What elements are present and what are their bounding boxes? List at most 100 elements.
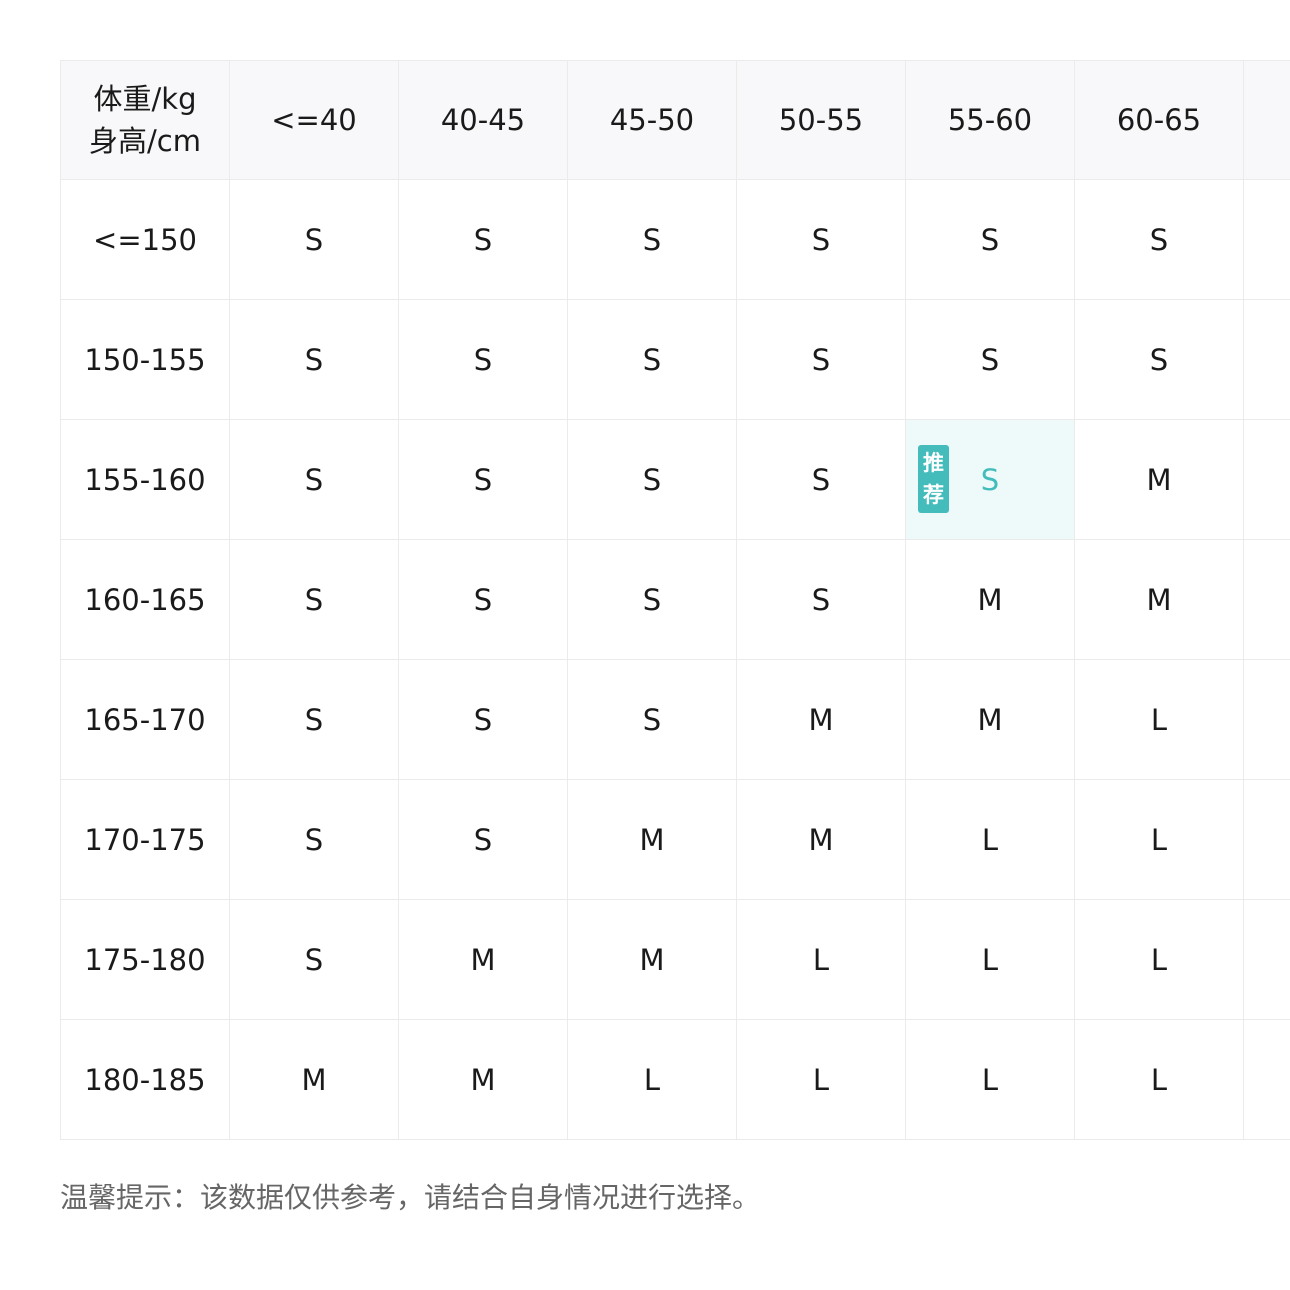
table-row: 165-170 S S S M M L: [61, 660, 1290, 780]
size-cell[interactable]: M: [399, 900, 568, 1020]
size-chart-table: 体重/kg 身高/cm <=40 40-45 45-50 50-55 55-60…: [60, 60, 1290, 1140]
size-value: S: [304, 942, 324, 977]
size-value: M: [1146, 582, 1172, 617]
size-chart-viewport[interactable]: 体重/kg 身高/cm <=40 40-45 45-50 50-55 55-60…: [60, 60, 1290, 1141]
height-row-label: 180-185: [61, 1020, 230, 1140]
size-cell[interactable]: S: [399, 420, 568, 540]
size-cell[interactable]: M: [906, 540, 1075, 660]
size-cell[interactable]: [1244, 660, 1290, 780]
size-value: M: [808, 702, 834, 737]
size-cell[interactable]: M: [230, 1020, 399, 1140]
size-cell[interactable]: L: [906, 780, 1075, 900]
size-cell[interactable]: S: [906, 180, 1075, 300]
size-value: M: [301, 1062, 327, 1097]
size-value: S: [473, 462, 493, 497]
size-cell[interactable]: S: [399, 300, 568, 420]
size-cell[interactable]: M: [399, 1020, 568, 1140]
size-cell[interactable]: [1244, 540, 1290, 660]
size-cell[interactable]: S: [230, 900, 399, 1020]
size-cell[interactable]: S: [568, 180, 737, 300]
table-row: 155-160 S S S S 推荐 S M: [61, 420, 1290, 540]
size-cell[interactable]: S: [568, 540, 737, 660]
size-value: S: [304, 342, 324, 377]
size-cell-recommended[interactable]: 推荐 S: [906, 420, 1075, 540]
size-value: S: [642, 702, 662, 737]
size-value: S: [811, 582, 831, 617]
size-cell[interactable]: S: [568, 420, 737, 540]
size-cell[interactable]: S: [906, 300, 1075, 420]
size-cell[interactable]: M: [568, 780, 737, 900]
size-value: S: [642, 582, 662, 617]
header-row: 体重/kg 身高/cm <=40 40-45 45-50 50-55 55-60…: [61, 61, 1290, 180]
size-cell[interactable]: L: [906, 1020, 1075, 1140]
height-row-label: 155-160: [61, 420, 230, 540]
size-cell[interactable]: S: [230, 180, 399, 300]
size-value: S: [304, 222, 324, 257]
size-cell[interactable]: S: [399, 180, 568, 300]
size-cell[interactable]: [1244, 780, 1290, 900]
size-cell[interactable]: M: [737, 660, 906, 780]
size-value: S: [980, 222, 1000, 257]
size-cell[interactable]: S: [230, 420, 399, 540]
size-value: S: [473, 222, 493, 257]
size-cell[interactable]: L: [1075, 780, 1244, 900]
recommended-badge-char: 推: [923, 451, 944, 475]
size-cell[interactable]: L: [1075, 1020, 1244, 1140]
size-cell[interactable]: L: [1075, 900, 1244, 1020]
size-value: S: [811, 462, 831, 497]
size-value: M: [1146, 462, 1172, 497]
size-value: M: [808, 822, 834, 857]
size-cell[interactable]: M: [1075, 540, 1244, 660]
size-cell[interactable]: S: [230, 660, 399, 780]
size-value: M: [977, 702, 1003, 737]
size-cell[interactable]: S: [568, 300, 737, 420]
size-cell[interactable]: S: [399, 660, 568, 780]
size-cell[interactable]: S: [737, 300, 906, 420]
size-value: S: [473, 582, 493, 617]
size-cell[interactable]: M: [906, 660, 1075, 780]
size-cell[interactable]: M: [1075, 420, 1244, 540]
size-cell[interactable]: S: [399, 780, 568, 900]
size-cell[interactable]: S: [737, 420, 906, 540]
size-value: S: [473, 702, 493, 737]
table-row: 150-155 S S S S S S: [61, 300, 1290, 420]
size-cell[interactable]: L: [568, 1020, 737, 1140]
weight-header-cell: 55-60: [906, 61, 1075, 180]
size-cell[interactable]: M: [737, 780, 906, 900]
size-cell[interactable]: S: [737, 540, 906, 660]
weight-header-cell: 50-55: [737, 61, 906, 180]
size-cell[interactable]: L: [737, 1020, 906, 1140]
size-value: M: [470, 942, 496, 977]
size-cell[interactable]: S: [230, 780, 399, 900]
size-value: S: [1149, 342, 1169, 377]
size-cell[interactable]: L: [737, 900, 906, 1020]
size-value: L: [981, 942, 999, 977]
table-row: 175-180 S M M L L L: [61, 900, 1290, 1020]
size-cell[interactable]: S: [399, 540, 568, 660]
size-cell[interactable]: S: [230, 540, 399, 660]
size-cell[interactable]: L: [906, 900, 1075, 1020]
corner-header-cell: 体重/kg 身高/cm: [61, 61, 230, 180]
size-cell[interactable]: S: [230, 300, 399, 420]
size-value: L: [981, 822, 999, 857]
size-cell[interactable]: S: [568, 660, 737, 780]
size-value: L: [1150, 822, 1168, 857]
table-row: 160-165 S S S S M M: [61, 540, 1290, 660]
table-row: 170-175 S S M M L L: [61, 780, 1290, 900]
size-cell[interactable]: [1244, 900, 1290, 1020]
size-cell[interactable]: M: [568, 900, 737, 1020]
size-cell[interactable]: L: [1075, 660, 1244, 780]
size-cell[interactable]: [1244, 1020, 1290, 1140]
size-cell[interactable]: [1244, 300, 1290, 420]
height-axis-label: 身高/cm: [89, 124, 201, 158]
size-value: L: [812, 1062, 830, 1097]
size-value: M: [977, 582, 1003, 617]
size-value: L: [1150, 1062, 1168, 1097]
size-cell[interactable]: S: [1075, 180, 1244, 300]
size-cell[interactable]: [1244, 180, 1290, 300]
footnote-tip: 温馨提示：该数据仅供参考，请结合自身情况进行选择。: [60, 1181, 761, 1214]
weight-header-cell: 45-50: [568, 61, 737, 180]
size-cell[interactable]: S: [737, 180, 906, 300]
size-cell[interactable]: [1244, 420, 1290, 540]
size-cell[interactable]: S: [1075, 300, 1244, 420]
